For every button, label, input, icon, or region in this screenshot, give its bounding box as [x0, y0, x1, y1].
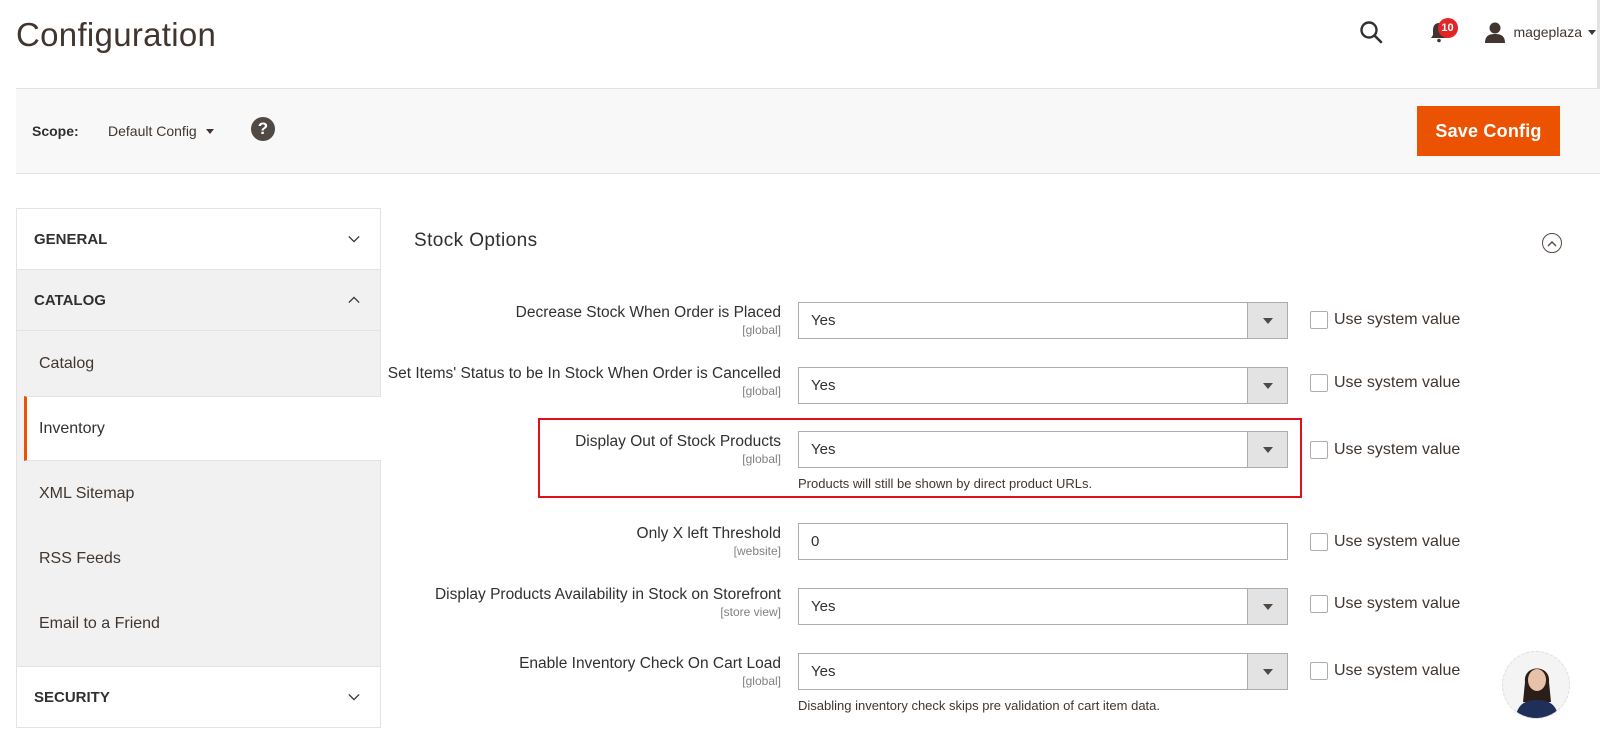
use-system-value-checkbox[interactable]: Use system value	[1310, 441, 1460, 459]
section-collapse-button[interactable]	[1542, 233, 1562, 253]
notifications-badge: 10	[1437, 18, 1458, 38]
decrease-stock-select[interactable]: Yes	[798, 302, 1288, 339]
select-arrow	[1247, 303, 1287, 338]
help-icon[interactable]: ?	[251, 117, 275, 141]
checkbox-label: Use system value	[1334, 311, 1461, 328]
notifications-button[interactable]: 10	[1424, 17, 1458, 47]
save-config-button[interactable]: Save Config	[1417, 106, 1560, 156]
checkbox[interactable]	[1310, 595, 1328, 613]
checkbox[interactable]	[1310, 662, 1328, 680]
select-arrow	[1247, 654, 1287, 689]
checkbox-label: Use system value	[1334, 662, 1461, 679]
display-availability-select[interactable]: Yes	[798, 588, 1288, 625]
field-label: Decrease Stock When Order is Placed [glo…	[381, 302, 781, 338]
section-title[interactable]: Stock Options	[414, 230, 537, 252]
set-in-stock-cancelled-select[interactable]: Yes	[798, 367, 1288, 404]
checkbox[interactable]	[1310, 311, 1328, 329]
display-out-of-stock-select[interactable]: Yes	[798, 431, 1288, 468]
use-system-value-checkbox[interactable]: Use system value	[1310, 533, 1460, 551]
field-note: Disabling inventory check skips pre vali…	[798, 698, 1161, 713]
select-value: Yes	[811, 312, 836, 329]
checkbox-label: Use system value	[1334, 441, 1461, 458]
field-scope: [website]	[733, 544, 781, 558]
sidebar-item-catalog[interactable]: Catalog	[17, 331, 380, 396]
field-label: Enable Inventory Check On Cart Load [glo…	[381, 653, 781, 689]
field-label: Display Out of Stock Products [global]	[381, 431, 781, 467]
sidebar-section-label: SECURITY	[34, 688, 110, 706]
sidebar-section-security[interactable]: SECURITY	[17, 667, 380, 728]
sidebar-item-rss-feeds[interactable]: RSS Feeds	[17, 526, 380, 591]
field-scope: [global]	[742, 452, 781, 466]
checkbox-label: Use system value	[1334, 374, 1461, 391]
use-system-value-checkbox[interactable]: Use system value	[1310, 311, 1460, 329]
checkbox[interactable]	[1310, 441, 1328, 459]
caret-down-icon	[1262, 317, 1273, 324]
sidebar-section-label: GENERAL	[34, 230, 108, 248]
sidebar-item-inventory[interactable]: Inventory	[24, 396, 381, 461]
checkbox-label: Use system value	[1334, 595, 1461, 612]
scope-bar: Scope: Default Config ? Save Config	[16, 88, 1600, 174]
caret-down-icon	[1262, 668, 1273, 675]
field-label: Set Items' Status to be In Stock When Or…	[381, 363, 781, 399]
chat-avatar-button[interactable]	[1502, 651, 1570, 719]
field-label: Display Products Availability in Stock o…	[381, 584, 781, 620]
field-scope: [global]	[742, 384, 781, 398]
use-system-value-checkbox[interactable]: Use system value	[1310, 595, 1460, 613]
header-actions: 10 mageplaza	[1356, 14, 1600, 50]
checkbox-label: Use system value	[1334, 533, 1461, 550]
username: mageplaza	[1513, 24, 1583, 40]
select-value: Yes	[811, 598, 836, 615]
chevron-down-icon	[348, 693, 360, 701]
use-system-value-checkbox[interactable]: Use system value	[1310, 374, 1460, 392]
caret-down-icon	[205, 128, 214, 134]
sidebar-item-email-to-a-friend[interactable]: Email to a Friend	[17, 591, 380, 656]
field-scope: [store view]	[720, 605, 781, 619]
chevron-down-icon	[348, 235, 360, 243]
sidebar-item-xml-sitemap[interactable]: XML Sitemap	[17, 461, 380, 526]
select-value: Yes	[811, 663, 836, 680]
field-label: Only X left Threshold [website]	[381, 523, 781, 559]
caret-down-icon	[1262, 382, 1273, 389]
sidebar-section-label: CATALOG	[34, 291, 106, 309]
inventory-check-cart-select[interactable]: Yes	[798, 653, 1288, 690]
field-scope: [global]	[742, 323, 781, 337]
field-scope: [global]	[742, 674, 781, 688]
select-value: Yes	[811, 441, 836, 458]
chevron-up-icon	[1547, 240, 1557, 246]
caret-down-icon	[1262, 446, 1273, 453]
scope-switcher[interactable]: Default Config	[108, 123, 214, 139]
only-x-left-threshold-input[interactable]	[798, 523, 1288, 560]
select-arrow	[1247, 368, 1287, 403]
search-icon	[1359, 21, 1382, 44]
select-arrow	[1247, 589, 1287, 624]
catalog-submenu: Catalog Inventory XML Sitemap RSS Feeds …	[17, 331, 381, 667]
user-menu[interactable]: mageplaza	[1484, 21, 1596, 43]
scope-label: Scope:	[32, 123, 79, 139]
user-icon	[1484, 22, 1505, 43]
page-title: Configuration	[16, 16, 217, 53]
field-note: Products will still be shown by direct p…	[798, 476, 1093, 491]
checkbox[interactable]	[1310, 374, 1328, 392]
use-system-value-checkbox[interactable]: Use system value	[1310, 662, 1460, 680]
caret-down-icon	[1588, 29, 1596, 35]
config-sidebar: GENERAL CATALOG Catalog Inventory XML Si…	[16, 208, 381, 728]
select-arrow	[1247, 432, 1287, 467]
sidebar-section-catalog[interactable]: CATALOG	[17, 270, 380, 331]
select-value: Yes	[811, 377, 836, 394]
support-agent-avatar-icon	[1503, 652, 1569, 718]
search-button[interactable]	[1356, 17, 1386, 47]
sidebar-section-general[interactable]: GENERAL	[17, 209, 380, 270]
checkbox[interactable]	[1310, 533, 1328, 551]
chevron-up-icon	[348, 296, 360, 304]
caret-down-icon	[1262, 603, 1273, 610]
scope-value: Default Config	[108, 123, 197, 139]
